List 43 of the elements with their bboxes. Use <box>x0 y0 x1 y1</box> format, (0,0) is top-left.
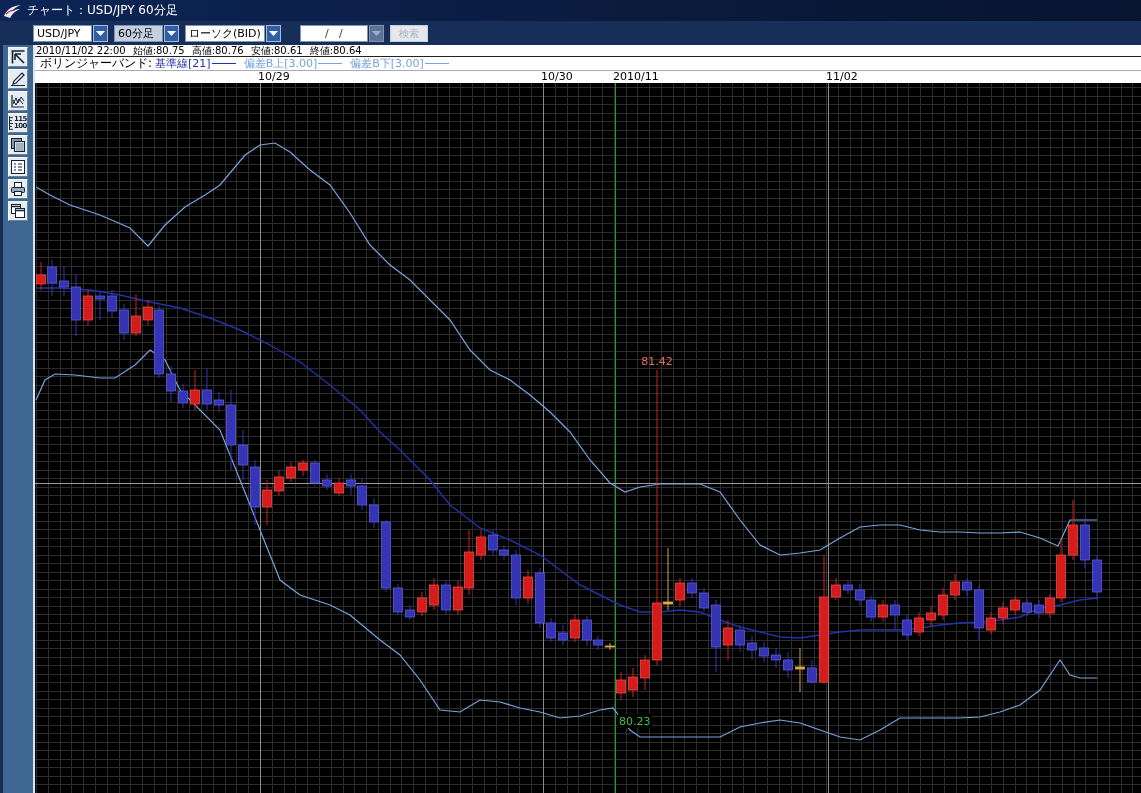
wing-logo-icon <box>3 2 22 19</box>
currency-pair-select[interactable]: USD/JPY <box>33 24 92 42</box>
new-window-button[interactable] <box>8 201 28 221</box>
draw-button[interactable] <box>8 69 28 89</box>
low-price-label: 80.23 <box>618 714 652 728</box>
date-field[interactable]: / / <box>299 24 368 42</box>
price-reading: 安値:80.61 <box>250 45 303 56</box>
timestamp-text: 2010/11/02 22:00 <box>36 45 126 56</box>
dropdown-button[interactable] <box>164 24 179 42</box>
stacked-panels-icon <box>11 138 25 152</box>
caret-icon <box>268 30 278 36</box>
dropdown-button[interactable] <box>265 24 281 42</box>
panel-button[interactable] <box>8 135 28 155</box>
legend-label: 偏差B上[3.00] <box>243 57 318 70</box>
date-label: 10/29 <box>258 71 290 83</box>
corner-arrow-icon <box>11 50 25 64</box>
window-title: チャート：USD/JPY 60分足 <box>27 2 178 19</box>
list-button[interactable] <box>8 157 28 177</box>
caret-icon <box>167 30 176 36</box>
caret-icon <box>96 30 105 36</box>
interval-select[interactable]: 60分足 <box>114 24 163 42</box>
price-reading: 終値:80.64 <box>309 45 362 56</box>
overlapping-windows-icon <box>11 204 25 218</box>
legend-label: 偏差B下[3.00] <box>350 57 424 70</box>
ruler-icon <box>9 116 13 130</box>
legend-title: ボリンジャーバンド: <box>40 57 153 70</box>
high-price-label: 81.42 <box>641 355 673 368</box>
printer-icon <box>11 182 25 196</box>
dropdown-button[interactable] <box>93 24 108 42</box>
price-reading: 高値:80.76 <box>191 45 244 56</box>
checklist-icon <box>11 160 25 174</box>
chart-type-select[interactable]: ローソク(BID) <box>185 24 265 42</box>
indicator-button[interactable] <box>8 91 28 111</box>
price-reading: 始値:80.75 <box>132 45 185 56</box>
date-label: 2010/11 <box>613 71 659 83</box>
line-chart-icon <box>11 94 25 108</box>
jump-to-start-button[interactable] <box>8 47 28 67</box>
legend-label: 基準線[21] <box>155 57 211 70</box>
print-button[interactable] <box>8 179 28 199</box>
date-label: 11/02 <box>826 71 858 83</box>
date-label: 10/30 <box>541 71 573 83</box>
pencil-icon <box>11 72 25 86</box>
caret-icon <box>371 30 381 36</box>
